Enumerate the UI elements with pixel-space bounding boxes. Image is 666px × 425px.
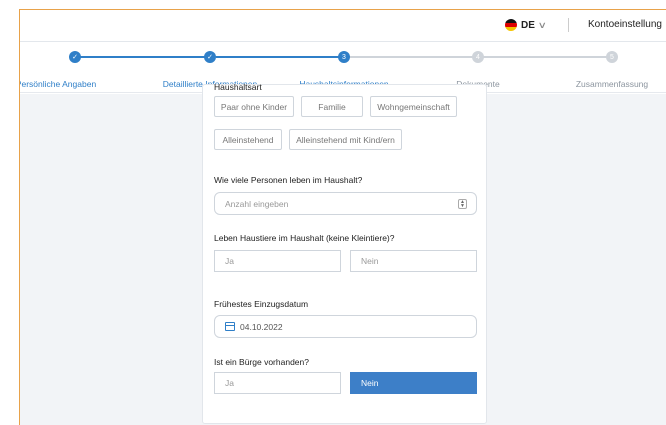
step-4-indicator: 4 bbox=[472, 51, 484, 63]
pets-yes-button[interactable]: Ja bbox=[214, 250, 341, 272]
move-in-date-input[interactable]: 04.10.2022 bbox=[214, 315, 477, 338]
step-connector-3 bbox=[350, 56, 478, 58]
step-connector-4 bbox=[482, 56, 610, 58]
option-single-with-children[interactable]: Alleinstehend mit Kind/ern bbox=[289, 129, 402, 150]
step-3-indicator[interactable]: 3 bbox=[338, 51, 350, 63]
language-code: DE bbox=[521, 19, 535, 31]
pets-label: Leben Haustiere im Haushalt (keine Klein… bbox=[214, 233, 395, 243]
number-stepper-icon[interactable]: ▲ ▼ bbox=[458, 199, 467, 209]
step-1-label[interactable]: Persönliche Angaben bbox=[20, 79, 96, 89]
step-2-check-icon[interactable]: ✓ bbox=[204, 51, 216, 63]
move-in-date-label: Frühestes Einzugsdatum bbox=[214, 299, 309, 309]
step-1-check-icon[interactable]: ✓ bbox=[69, 51, 81, 63]
step-connector-2 bbox=[216, 56, 346, 58]
account-settings-link[interactable]: Kontoeinstellung⚙ bbox=[588, 19, 666, 30]
option-shared-flat[interactable]: Wohngemeinschaft bbox=[370, 96, 457, 117]
move-in-date-value: 04.10.2022 bbox=[240, 321, 283, 332]
option-couple-no-children[interactable]: Paar ohne Kinder bbox=[214, 96, 294, 117]
header-divider bbox=[568, 18, 569, 32]
option-single[interactable]: Alleinstehend bbox=[214, 129, 282, 150]
guarantor-yes-button[interactable]: Ja bbox=[214, 372, 341, 394]
step-connector-1 bbox=[75, 56, 210, 58]
top-header: DE ∨ Kontoeinstellung⚙ bbox=[20, 10, 666, 42]
calendar-icon[interactable] bbox=[225, 322, 235, 331]
option-family[interactable]: Familie bbox=[301, 96, 363, 117]
content-area: Haushaltsart Paar ohne Kinder Familie Wo… bbox=[20, 82, 666, 425]
guarantor-no-button[interactable]: Nein bbox=[350, 372, 477, 394]
pets-no-button[interactable]: Nein bbox=[350, 250, 477, 272]
household-type-label: Haushaltsart bbox=[214, 82, 262, 92]
account-settings-label: Kontoeinstellung bbox=[588, 19, 662, 30]
app-frame: DE ∨ Kontoeinstellung⚙ ✓ ✓ 3 4 5 Persönl… bbox=[19, 9, 666, 425]
step-5-label: Zusammenfassung bbox=[575, 79, 649, 89]
persons-count-input[interactable]: Anzahl eingeben ▲ ▼ bbox=[214, 192, 477, 215]
persons-label: Wie viele Personen leben im Haushalt? bbox=[214, 175, 363, 185]
language-selector[interactable]: DE ∨ bbox=[505, 19, 547, 31]
step-5-indicator: 5 bbox=[606, 51, 618, 63]
chevron-down-icon: ∨ bbox=[537, 19, 547, 30]
guarantor-label: Ist ein Bürge vorhanden? bbox=[214, 357, 309, 367]
household-form-card: Haushaltsart Paar ohne Kinder Familie Wo… bbox=[202, 82, 487, 424]
persons-placeholder: Anzahl eingeben bbox=[225, 198, 289, 209]
german-flag-icon bbox=[505, 19, 517, 31]
